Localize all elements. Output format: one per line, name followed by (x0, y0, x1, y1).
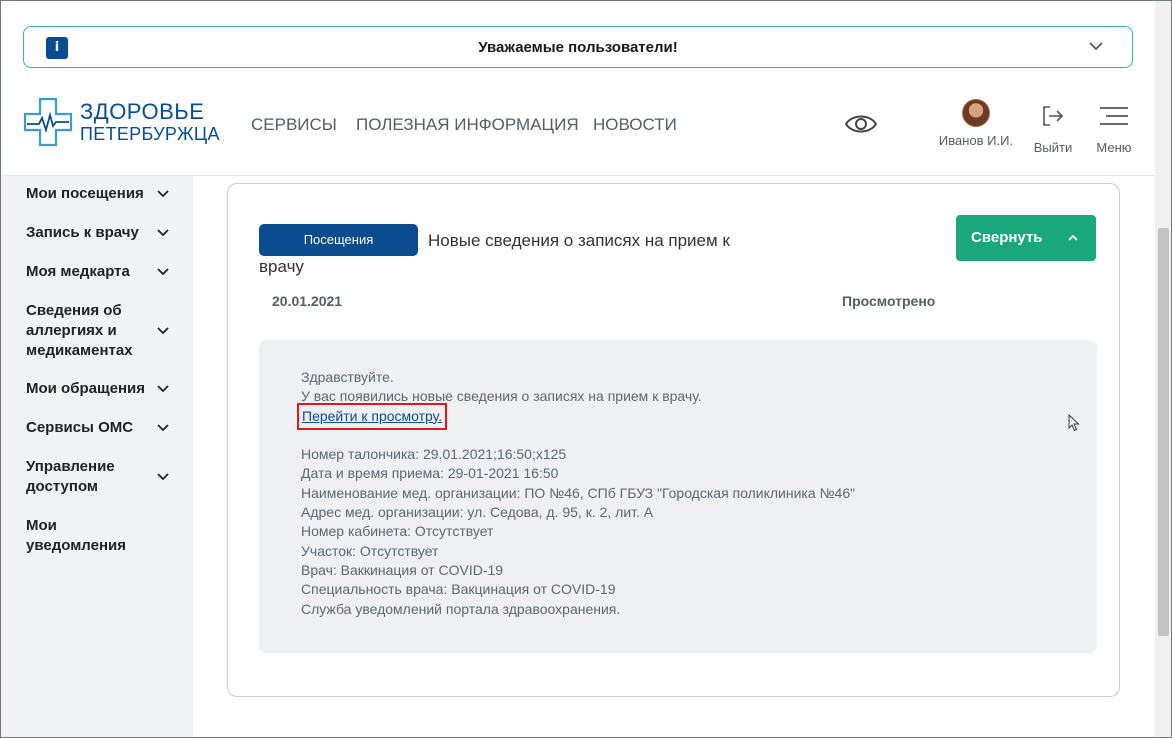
chevron-down-icon[interactable] (1088, 38, 1104, 54)
chevron-down-icon (157, 229, 169, 237)
collapse-button[interactable]: Свернуть (956, 215, 1096, 261)
chevron-down-icon (157, 190, 169, 198)
detail-doctor: Врач: Ваккинация от COVID-19 (301, 561, 504, 578)
chevron-up-icon (1068, 234, 1078, 241)
nav-services[interactable]: СЕРВИСЫ (251, 115, 337, 135)
chevron-down-icon (157, 473, 169, 481)
detail-organization-name: Наименование мед. организации: ПО №46, С… (301, 484, 856, 501)
scrollbar[interactable] (1155, 0, 1172, 738)
sidebar-item-access-management[interactable]: Управление доступом (26, 457, 186, 497)
logo-line1: ЗДОРОВЬЕ (80, 99, 205, 124)
site-logo[interactable]: ЗДОРОВЬЕ ПЕТЕРБУРЖЦА (23, 97, 220, 147)
sidebar-item-my-visits[interactable]: Мои посещения (26, 184, 186, 204)
menu-label: Меню (1096, 140, 1132, 155)
chevron-down-icon (157, 424, 169, 432)
message-greeting: Здравствуйте. (301, 369, 394, 385)
notification-card: Новые сведения о записях на прием к врач… (227, 183, 1120, 697)
notification-date: 20.01.2021 (272, 293, 343, 309)
eye-icon[interactable] (844, 111, 878, 137)
sidebar-item-oms-services[interactable]: Сервисы ОМС (26, 418, 186, 438)
detail-appointment-time: Дата и время приема: 29-01-2021 16:50 (301, 465, 559, 482)
announcement-bar[interactable]: i Уважаемые пользователи! (23, 26, 1133, 68)
view-details-link[interactable]: Перейти к просмотру. (296, 402, 448, 430)
scrollbar-thumb[interactable] (1158, 228, 1169, 636)
collapse-label: Свернуть (971, 229, 1043, 246)
logout-label: Выйти (1033, 140, 1073, 155)
nav-news[interactable]: НОВОСТИ (593, 115, 677, 135)
nav-useful-info[interactable]: ПОЛЕЗНАЯ ИНФОРМАЦИЯ (356, 115, 579, 135)
hamburger-icon (1100, 107, 1128, 125)
user-name: Иванов И.И. (938, 133, 1014, 148)
detail-ticket-number: Номер талончика: 29.01.2021;16:50;x125 (301, 446, 567, 463)
category-tag: Посещения (259, 224, 418, 256)
announcement-title: Уважаемые пользователи! (478, 39, 678, 56)
sidebar-item-my-notifications[interactable]: Мои уведомления (26, 516, 186, 556)
mouse-cursor-icon (1068, 414, 1080, 432)
avatar (962, 99, 990, 127)
detail-organization-address: Адрес мед. организации: ул. Седова, д. 9… (301, 504, 654, 521)
detail-doctor-specialty: Специальность врача: Вакцинация от COVID… (301, 581, 616, 598)
chevron-down-icon (157, 327, 169, 335)
message-body: Здравствуйте. У вас появились новые свед… (259, 340, 1097, 653)
chevron-down-icon (157, 268, 169, 276)
user-profile[interactable]: Иванов И.И. (934, 99, 1018, 148)
medical-cross-icon (23, 97, 73, 147)
message-intro: У вас появились новые сведения о записях… (301, 388, 702, 405)
chevron-down-icon (157, 385, 169, 393)
sidebar-item-medical-record[interactable]: Моя медкарта (26, 262, 186, 282)
detail-signature: Служба уведомлений портала здравоохранен… (301, 600, 621, 617)
sidebar-item-doctor-appointment[interactable]: Запись к врачу (26, 223, 186, 243)
sidebar-item-my-requests[interactable]: Мои обращения (26, 379, 186, 399)
sidebar-item-allergies[interactable]: Сведения об аллергиях и медикаментах (26, 301, 186, 361)
detail-room-number: Номер кабинета: Отсутствует (301, 523, 494, 540)
menu-button[interactable]: Меню (1092, 104, 1136, 155)
logout-button[interactable]: Выйти (1028, 104, 1078, 155)
status-badge: Просмотрено (842, 293, 936, 309)
logout-icon (1043, 106, 1064, 126)
logo-line2: ПЕТЕРБУРЖЦА (80, 124, 220, 144)
detail-district: Участок: Отсутствует (301, 542, 439, 559)
